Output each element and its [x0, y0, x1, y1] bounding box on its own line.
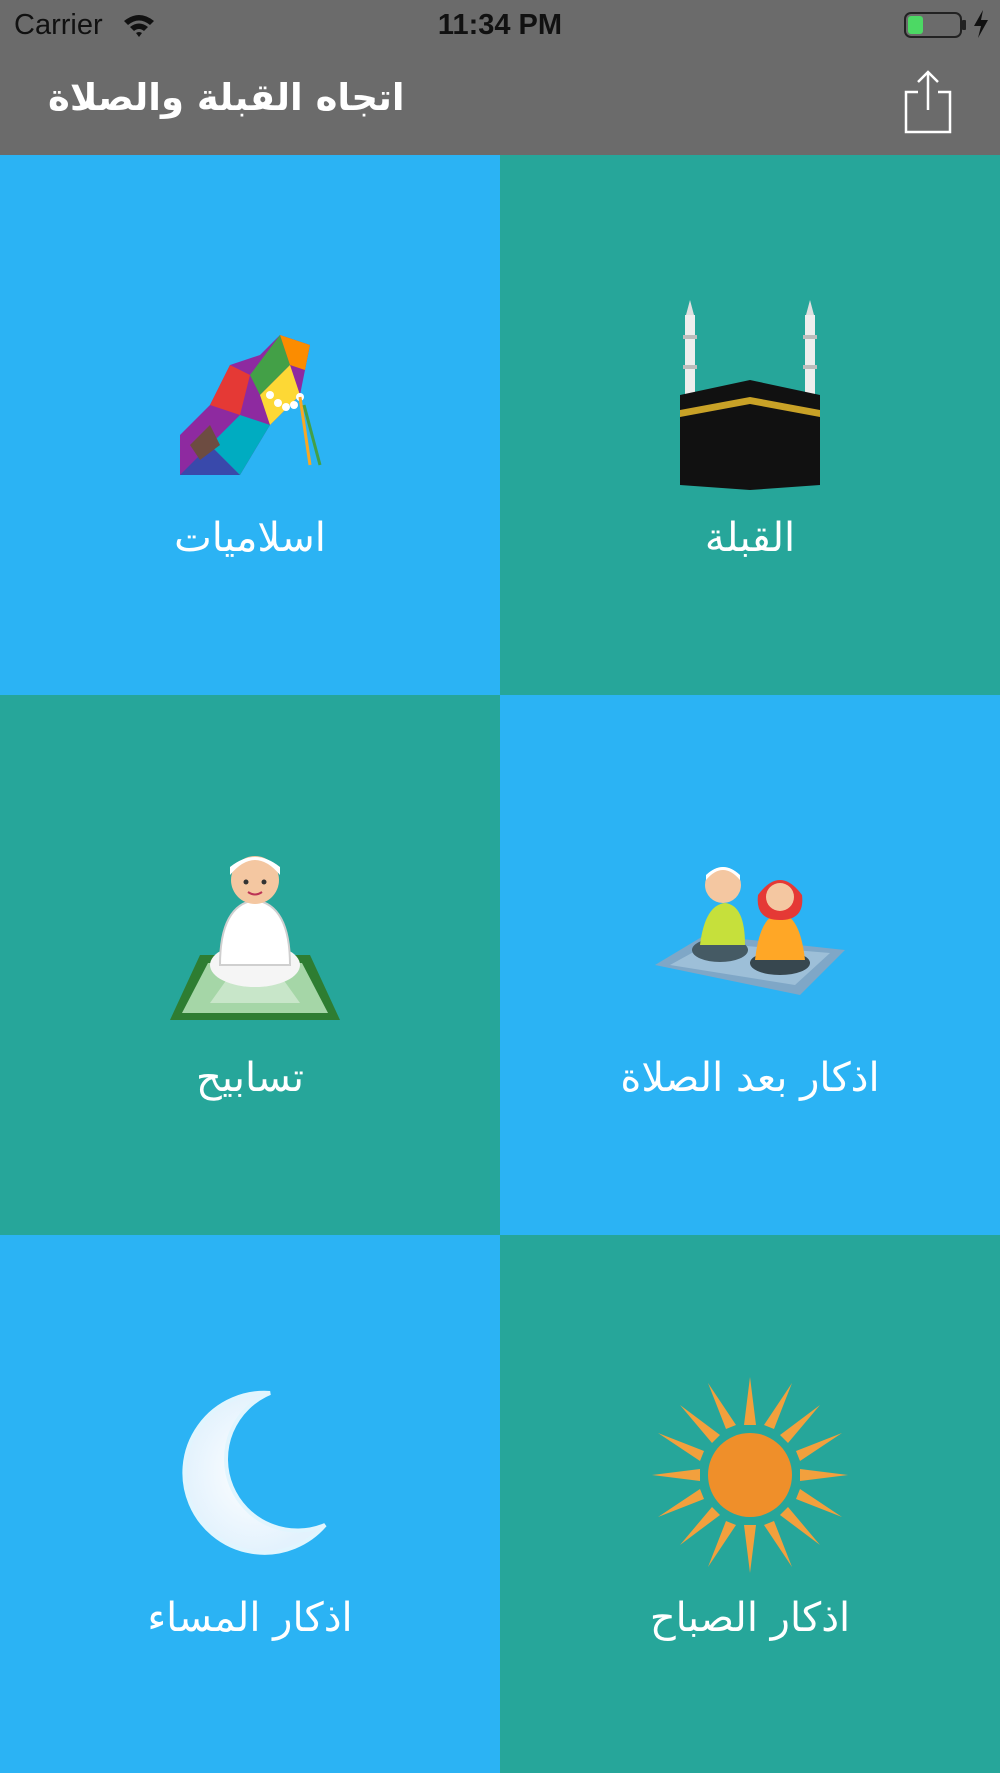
crescent-moon-icon — [182, 1390, 327, 1555]
bottom-edge — [0, 1773, 1000, 1778]
app-screen: Carrier 11:34 PM اتجاه القبلة والصلاة اس… — [0, 0, 1000, 1778]
charging-bolt-icon — [974, 10, 988, 38]
tile-label: اسلاميات — [174, 515, 326, 561]
page-title: اتجاه القبلة والصلاة — [48, 76, 405, 119]
tile-qibla[interactable]: القبلة — [500, 155, 1000, 695]
sun-icon — [652, 1377, 848, 1573]
tile-adhkar-morning[interactable]: اذكار الصباح — [500, 1235, 1000, 1778]
status-bar: Carrier 11:34 PM — [0, 0, 1000, 50]
tile-label: القبلة — [704, 515, 796, 561]
tile-islamiyat[interactable]: اسلاميات — [0, 155, 500, 695]
share-button[interactable] — [900, 66, 956, 138]
tile-label: اذكار المساء — [147, 1595, 353, 1641]
praying-hands-icon — [180, 335, 322, 475]
clock-time: 11:34 PM — [437, 9, 563, 41]
tile-adhkar-evening[interactable]: اذكار المساء — [0, 1235, 500, 1778]
share-icon — [904, 70, 952, 134]
menu-grid: اسلاميات القبلة تسابيح اذكار بعد الصلاة … — [0, 155, 1000, 1778]
tile-adhkar-after-prayer[interactable]: اذكار بعد الصلاة — [500, 695, 1000, 1235]
praying-children-icon — [655, 867, 845, 995]
kaaba-icon — [680, 300, 820, 490]
navigation-bar: اتجاه القبلة والصلاة — [0, 50, 1000, 155]
tile-tasabih[interactable]: تسابيح — [0, 695, 500, 1235]
tile-label: تسابيح — [195, 1055, 305, 1101]
tile-label: اذكار بعد الصلاة — [620, 1055, 880, 1101]
battery-icon — [904, 12, 966, 38]
tile-label: اذكار الصباح — [649, 1595, 851, 1641]
praying-child-icon — [170, 856, 340, 1020]
